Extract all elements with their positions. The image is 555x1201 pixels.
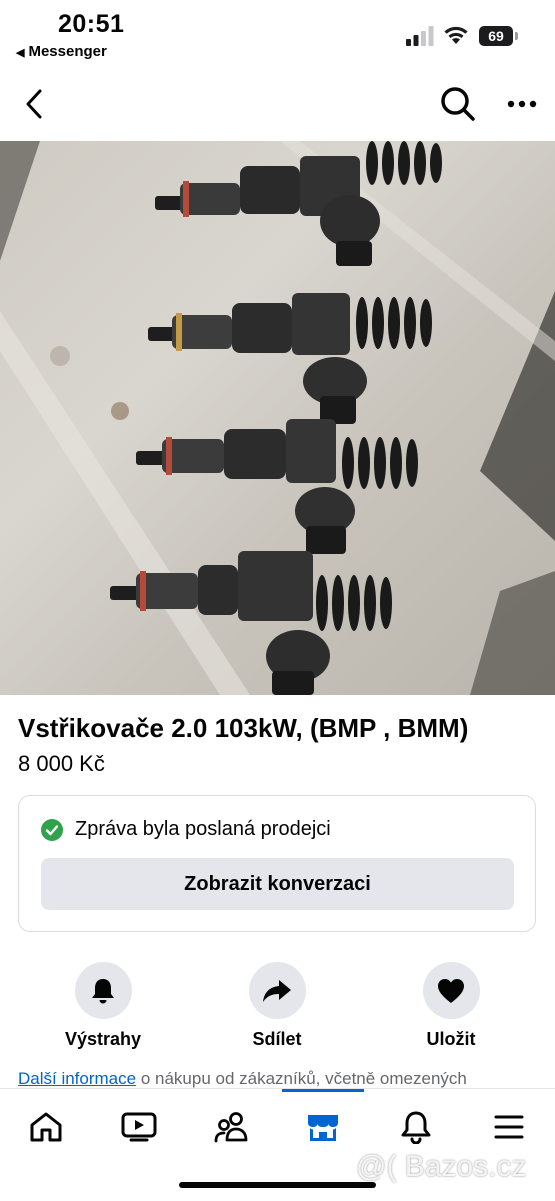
share-label: Sdílet: [252, 1029, 302, 1049]
heart-icon: [438, 978, 464, 1003]
tab-notifications[interactable]: [396, 1107, 436, 1147]
share-button[interactable]: Sdílet: [207, 962, 347, 1050]
listing-photo[interactable]: [0, 141, 555, 695]
back-button[interactable]: [16, 86, 52, 122]
check-circle-icon: [41, 818, 63, 841]
back-app-label: Messenger: [28, 43, 107, 60]
message-sent-card: Zpráva byla poslaná prodejci Zobrazit ko…: [18, 795, 536, 932]
view-conversation-button[interactable]: Zobrazit konverzaci: [41, 858, 514, 910]
tab-home[interactable]: [26, 1107, 66, 1147]
watermark: @( Bazos.cz: [356, 1150, 527, 1183]
listing-price: 8 000 Kč: [18, 751, 105, 776]
share-circle: [248, 962, 306, 1019]
alerts-circle: [74, 962, 132, 1019]
video-icon: [121, 1112, 157, 1142]
battery-tip: [515, 32, 518, 40]
wifi-icon: [444, 26, 468, 44]
action-row: Výstrahy Sdílet Uložit: [0, 962, 555, 1052]
save-button[interactable]: Uložit: [381, 962, 521, 1050]
home-indicator: [179, 1182, 376, 1188]
more-info-text: Další informace o nákupu od zákazníků, v…: [18, 1069, 467, 1089]
bell-icon: [92, 978, 114, 1003]
active-tab-indicator: [282, 1089, 364, 1092]
status-time: 20:51: [58, 10, 125, 38]
more-info-rest: o nákupu od zákazníků, včetně omezených: [136, 1069, 467, 1088]
share-icon: [263, 979, 291, 1002]
tab-menu[interactable]: [489, 1107, 529, 1147]
tab-friends[interactable]: [212, 1107, 252, 1147]
back-triangle-icon: ◀: [16, 47, 25, 59]
tab-marketplace[interactable]: [303, 1107, 343, 1147]
more-info-link[interactable]: Další informace: [18, 1069, 136, 1088]
injectors-photo-illustration: [0, 141, 555, 695]
back-chevron-icon: [26, 89, 42, 119]
friends-icon: [214, 1112, 248, 1143]
save-label: Uložit: [426, 1029, 476, 1049]
search-button[interactable]: [438, 84, 478, 124]
alerts-label: Výstrahy: [64, 1029, 142, 1049]
search-icon: [441, 87, 475, 121]
signal-icon: [406, 26, 434, 46]
marketplace-icon: [308, 1115, 338, 1141]
tab-video[interactable]: [119, 1107, 159, 1147]
message-status-text: Zpráva byla poslaná prodejci: [75, 818, 331, 840]
status-bar: 20:51 ◀ Messenger 69: [0, 0, 555, 70]
menu-icon: [494, 1115, 524, 1139]
back-to-app-link[interactable]: ◀ Messenger: [16, 43, 107, 60]
more-icon: [507, 100, 537, 108]
notifications-icon: [401, 1111, 431, 1144]
top-nav: [0, 70, 555, 140]
listing-title: Vstřikovače 2.0 103kW, (BMP , BMM): [18, 713, 469, 743]
message-status: Zpráva byla poslaná prodejci: [41, 818, 331, 841]
home-icon: [30, 1112, 62, 1142]
alerts-button[interactable]: Výstrahy: [33, 962, 173, 1050]
battery-indicator: 69: [479, 26, 513, 46]
save-circle: [422, 962, 480, 1019]
more-options-button[interactable]: [502, 86, 542, 122]
